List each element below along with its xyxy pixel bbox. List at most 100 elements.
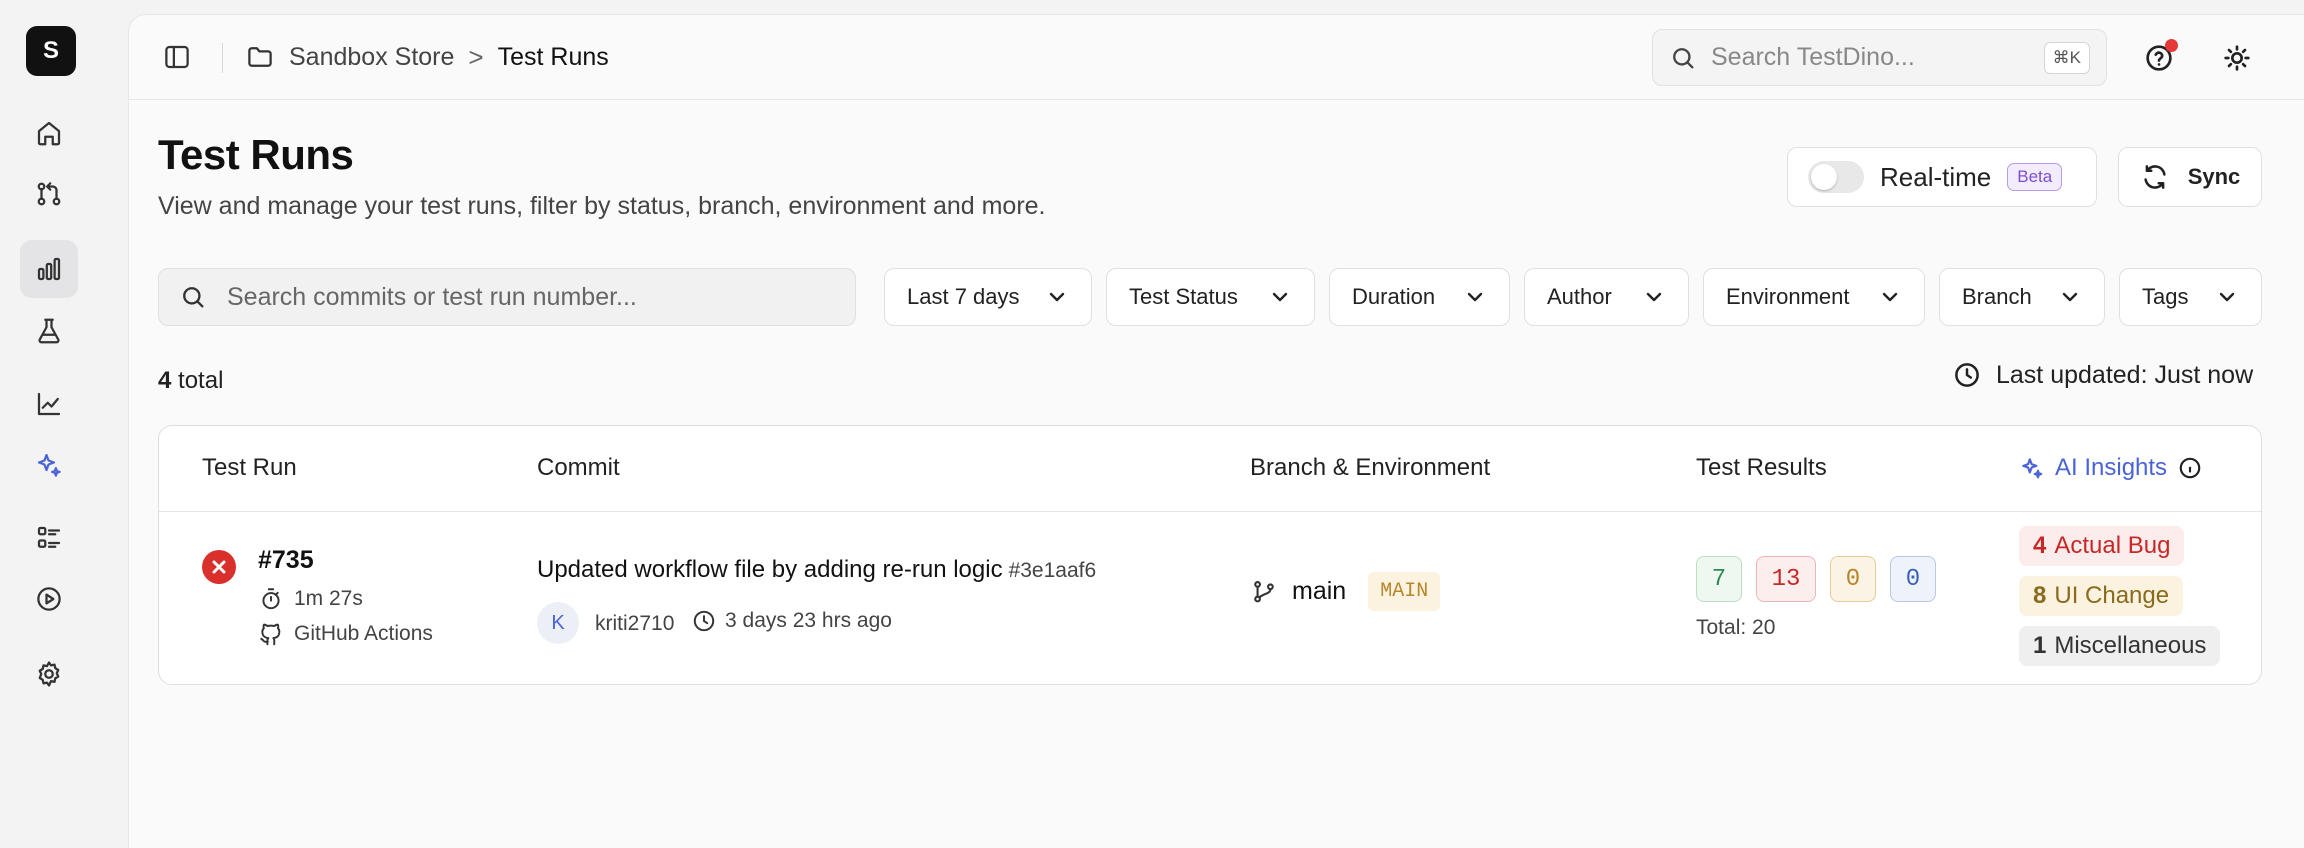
header-divider xyxy=(222,43,223,73)
total-number: 4 xyxy=(158,367,172,394)
commit-message-text: Updated workflow file by adding re-run l… xyxy=(537,556,1003,583)
chevron-down-icon xyxy=(1467,292,1483,302)
sparkle-icon xyxy=(2022,458,2043,479)
branch-label: Branch xyxy=(1962,284,2032,309)
timer-icon xyxy=(262,588,280,610)
chevron-down-icon xyxy=(2219,292,2235,302)
nav-pull-requests[interactable] xyxy=(20,165,78,223)
insight-miscellaneous[interactable]: 1 Miscellaneous xyxy=(2019,626,2221,666)
run-search-input[interactable] xyxy=(227,282,827,312)
global-search-box[interactable]: ⌘K xyxy=(1652,29,2107,86)
search-icon xyxy=(183,287,204,308)
sync-button[interactable]: Sync xyxy=(2118,147,2262,207)
run-ci-text: GitHub Actions xyxy=(294,622,433,645)
clock-icon xyxy=(1955,363,1979,387)
branch-environment: main MAIN xyxy=(1250,572,1441,611)
git-branch-icon xyxy=(1254,580,1274,602)
info-icon[interactable] xyxy=(2177,455,2203,481)
nav-settings[interactable] xyxy=(20,645,78,703)
author-filter[interactable]: Author xyxy=(1524,268,1689,326)
nav-specs[interactable] xyxy=(20,509,78,567)
actual-bug-label: Actual Bug xyxy=(2054,532,2171,559)
commit-message[interactable]: Updated workflow file by adding re-run l… xyxy=(537,556,1096,584)
test-result-counts: 7 13 0 0 xyxy=(1696,556,1936,602)
duration-filter[interactable]: Duration xyxy=(1329,268,1510,326)
chevron-down-icon xyxy=(2062,292,2078,302)
misc-label: Miscellaneous xyxy=(2054,632,2207,659)
commit-hash[interactable]: #3e1aaf6 xyxy=(1009,559,1097,582)
ui-change-count: 8 xyxy=(2033,582,2047,609)
notification-dot xyxy=(2165,39,2178,52)
breadcrumb-project-link[interactable]: Sandbox Store xyxy=(289,43,454,72)
table-header: Test Run Commit Branch & Environment Tes… xyxy=(159,426,2261,512)
home-icon xyxy=(37,121,61,146)
page-title: Test Runs xyxy=(158,131,354,178)
sun-icon xyxy=(2224,45,2250,71)
column-test-results: Test Results xyxy=(1696,454,1827,481)
insight-actual-bug[interactable]: 4 Actual Bug xyxy=(2019,526,2185,566)
flask-icon xyxy=(38,318,60,344)
commit-author: kriti2710 xyxy=(595,612,675,635)
nav-ai-insights[interactable] xyxy=(20,436,78,494)
theme-toggle-button[interactable] xyxy=(2216,37,2258,79)
run-search-box[interactable] xyxy=(158,268,856,326)
nav-home[interactable] xyxy=(20,104,78,162)
insight-ui-change[interactable]: 8 UI Change xyxy=(2019,576,2184,616)
clock-icon xyxy=(693,610,715,632)
chevron-down-icon xyxy=(1882,292,1898,302)
run-id-link[interactable]: #735 xyxy=(258,546,314,575)
help-button[interactable] xyxy=(2138,37,2180,79)
ai-insights-label: AI Insights xyxy=(2055,454,2168,481)
failed-count[interactable]: 13 xyxy=(1756,556,1816,602)
flaky-count[interactable]: 0 xyxy=(1830,556,1876,602)
misc-count: 1 xyxy=(2033,632,2047,659)
nav-test-cases[interactable] xyxy=(20,302,78,360)
test-status-label: Test Status xyxy=(1129,284,1238,309)
nav-test-runs[interactable] xyxy=(20,240,78,298)
realtime-label: Real-time xyxy=(1880,161,1992,192)
total-tests: Total: 20 xyxy=(1696,616,1776,639)
realtime-toggle[interactable]: Real-time Beta xyxy=(1787,147,2097,207)
test-status-filter[interactable]: Test Status xyxy=(1106,268,1315,326)
environment-badge: MAIN xyxy=(1368,572,1441,611)
last-updated-text: Last updated: Just now xyxy=(1996,360,2254,389)
failed-status-icon xyxy=(202,550,236,584)
workspace-logo[interactable]: S xyxy=(26,26,76,76)
play-circle-icon xyxy=(37,587,61,611)
realtime-switch[interactable] xyxy=(1808,161,1864,193)
environment-filter[interactable]: Environment xyxy=(1703,268,1925,326)
sidebar-toggle-button[interactable] xyxy=(159,39,195,75)
chevron-down-icon xyxy=(1272,292,1288,302)
github-icon xyxy=(260,623,281,646)
breadcrumb-current: Test Runs xyxy=(497,42,609,71)
table-row[interactable]: #735 1m 27s GitHub Actions Updated workf… xyxy=(159,512,2261,684)
sparkle-icon xyxy=(37,453,61,477)
author-label: Author xyxy=(1547,284,1612,309)
nav-recordings[interactable] xyxy=(20,570,78,628)
chevron-down-icon xyxy=(1646,292,1662,302)
sidebar-panel-icon xyxy=(165,45,189,69)
commit-time: 3 days 23 hrs ago xyxy=(691,608,892,634)
date-range-label: Last 7 days xyxy=(907,284,1020,309)
run-ci-source: GitHub Actions xyxy=(258,621,433,647)
passed-count[interactable]: 7 xyxy=(1696,556,1742,602)
skipped-count[interactable]: 0 xyxy=(1890,556,1936,602)
tags-filter[interactable]: Tags xyxy=(2119,268,2262,326)
git-pull-request-icon xyxy=(37,182,61,206)
bar-chart-icon xyxy=(37,257,61,281)
ui-change-label: UI Change xyxy=(2054,582,2170,609)
nav-analytics[interactable] xyxy=(20,375,78,433)
breadcrumb-separator: > xyxy=(468,41,484,72)
run-duration-text: 1m 27s xyxy=(294,587,363,610)
duration-label: Duration xyxy=(1352,284,1436,309)
last-updated: Last updated: Just now xyxy=(1952,357,2253,393)
author-avatar: K xyxy=(537,602,579,644)
tags-label: Tags xyxy=(2142,284,2189,309)
date-range-filter[interactable]: Last 7 days xyxy=(884,268,1092,326)
branch-filter[interactable]: Branch xyxy=(1939,268,2105,326)
global-search-input[interactable] xyxy=(1711,43,2031,72)
run-duration: 1m 27s xyxy=(258,586,363,612)
sync-label: Sync xyxy=(2187,164,2241,189)
branch-name: main xyxy=(1292,577,1347,605)
commit-time-text: 3 days 23 hrs ago xyxy=(725,609,892,632)
